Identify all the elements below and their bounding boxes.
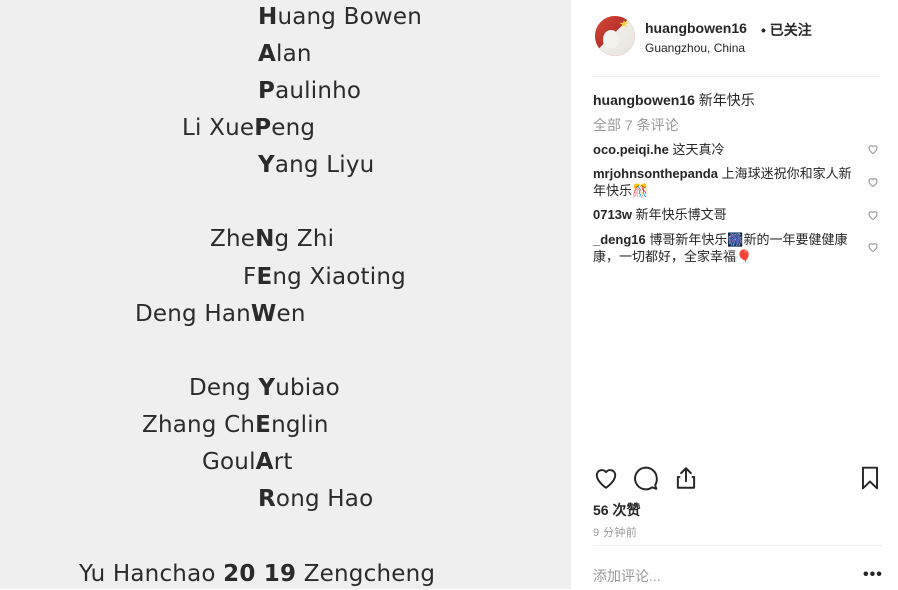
comment-item: oco.peiqi.he 这天真冷 xyxy=(593,141,855,158)
username-link[interactable]: huangbowen16 xyxy=(645,20,747,36)
photo-text-line: Yu Hanchao 20 19 Zengcheng xyxy=(79,561,436,587)
post-timestamp[interactable]: 9 分钟前 xyxy=(593,524,637,540)
following-status-button[interactable]: • 已关注 xyxy=(761,20,812,40)
photo-text-line: Deng HanWen xyxy=(135,301,306,327)
photo-text-line: Zhang ChEnglin xyxy=(142,412,329,438)
post-action-bar xyxy=(593,465,883,493)
comment-username-link[interactable]: 0713w xyxy=(593,207,632,222)
photo-text-line: Yang Liyu xyxy=(258,152,375,178)
comment-username-link[interactable]: _deng16 xyxy=(593,232,646,247)
post-photo[interactable]: Huang Bowen Alan Paulinho Li XuePeng Yan… xyxy=(0,0,570,589)
like-comment-heart-icon[interactable] xyxy=(867,143,879,155)
comment-text: 这天真冷 xyxy=(668,142,725,157)
photo-text-line: FEng Xiaoting xyxy=(243,264,406,290)
comment-username-link[interactable]: mrjohnsonthepanda xyxy=(593,166,718,181)
likes-count[interactable]: 56 次赞 xyxy=(593,500,640,520)
avatar[interactable] xyxy=(595,16,635,56)
like-comment-heart-icon[interactable] xyxy=(867,176,879,188)
comment-text: 新年快乐博文哥 xyxy=(632,207,727,222)
comment-item: 0713w 新年快乐博文哥 xyxy=(593,206,855,223)
photo-text-line: Paulinho xyxy=(258,78,362,104)
caption-text: 新年快乐 xyxy=(694,92,755,108)
like-comment-heart-icon[interactable] xyxy=(867,209,879,221)
share-icon[interactable] xyxy=(673,465,699,491)
photo-text-line: GoulArt xyxy=(202,449,293,475)
photo-text-line: Deng Yubiao xyxy=(189,375,340,401)
like-comment-heart-icon[interactable] xyxy=(867,241,879,253)
comment-item: _deng16 博哥新年快乐🎆新的一年要健健康康，一切都好，全家幸福🎈 xyxy=(593,231,855,265)
caption-username-link[interactable]: huangbowen16 xyxy=(593,92,695,108)
add-comment-bar: 添加评论... ••• xyxy=(593,545,883,590)
photo-text-line: Li XuePeng xyxy=(182,115,316,141)
post-side-panel: huangbowen16 • 已关注 Guangzhou, China huan… xyxy=(570,0,898,589)
view-all-comments-link[interactable]: 全部 7 条评论 xyxy=(593,115,679,135)
like-heart-icon[interactable] xyxy=(593,465,619,491)
avatar-figure xyxy=(603,30,619,48)
bookmark-icon[interactable] xyxy=(857,465,883,491)
post-caption: huangbowen16 新年快乐 xyxy=(593,90,755,110)
comment-bubble-icon[interactable] xyxy=(633,465,659,491)
add-comment-input[interactable]: 添加评论... xyxy=(593,566,661,586)
photo-text-line: ZheNg Zhi xyxy=(210,226,335,252)
comment-username-link[interactable]: oco.peiqi.he xyxy=(593,142,669,157)
photo-text-line: Alan xyxy=(258,41,312,67)
comment-item: mrjohnsonthepanda 上海球迷祝你和家人新年快乐🎊 xyxy=(593,165,855,199)
post-header: huangbowen16 • 已关注 Guangzhou, China xyxy=(593,14,881,77)
location-link[interactable]: Guangzhou, China xyxy=(645,41,745,55)
photo-text-line: Huang Bowen xyxy=(258,4,423,30)
photo-text-line: Rong Hao xyxy=(258,486,374,512)
more-options-icon[interactable]: ••• xyxy=(863,566,883,584)
